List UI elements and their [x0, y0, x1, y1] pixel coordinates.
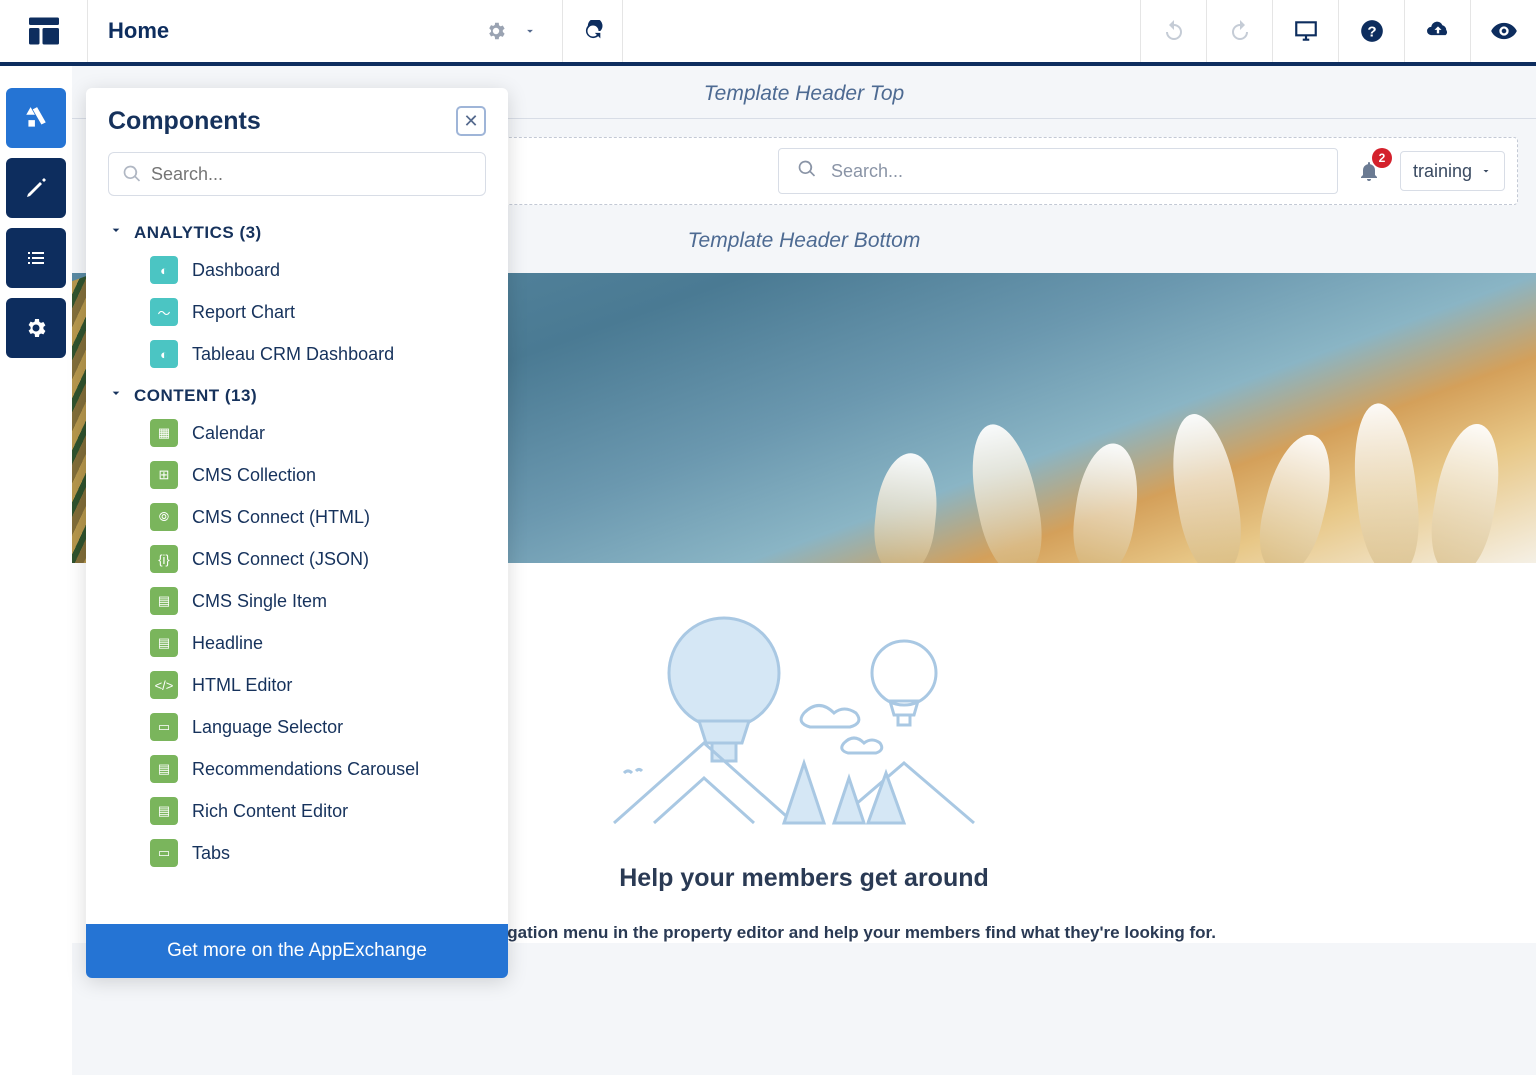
preview-button[interactable] — [1470, 0, 1536, 62]
component-icon: ▦ — [150, 419, 178, 447]
component-item[interactable]: </> HTML Editor — [150, 664, 508, 706]
component-icon: ▤ — [150, 755, 178, 783]
component-icon: ▭ — [150, 713, 178, 741]
component-item[interactable]: ▭ Language Selector — [150, 706, 508, 748]
close-icon: ✕ — [463, 111, 478, 132]
component-label: Recommendations Carousel — [192, 759, 419, 780]
balloon-illustration — [594, 593, 1014, 833]
component-item[interactable]: ⊞ CMS Collection — [150, 454, 508, 496]
component-group-header[interactable]: CONTENT (13) — [108, 375, 508, 412]
publish-button[interactable] — [1404, 0, 1470, 62]
search-placeholder: Search... — [831, 161, 903, 182]
global-search[interactable]: Search... — [778, 148, 1338, 194]
component-label: Headline — [192, 633, 263, 654]
page-title: Home — [108, 18, 478, 44]
component-label: Rich Content Editor — [192, 801, 348, 822]
page-settings-gear-icon[interactable] — [478, 13, 514, 49]
component-icon: ▤ — [150, 629, 178, 657]
components-panel: Components ✕ ANALYTICS (3) ◐ Dashboard 〜 Rep… — [86, 88, 508, 978]
component-label: CMS Connect (JSON) — [192, 549, 369, 570]
component-icon: 〜 — [150, 298, 178, 326]
search-icon — [797, 159, 817, 184]
component-label: Report Chart — [192, 302, 295, 323]
refresh-button[interactable] — [563, 0, 623, 62]
component-icon: ⊞ — [150, 461, 178, 489]
panel-title: Components — [108, 107, 456, 136]
svg-text:?: ? — [1367, 23, 1376, 40]
profile-menu-button[interactable]: training — [1400, 151, 1505, 191]
undo-button[interactable] — [1140, 0, 1206, 62]
redo-button[interactable] — [1206, 0, 1272, 62]
group-title: ANALYTICS (3) — [134, 223, 262, 243]
component-item[interactable]: ◐ Dashboard — [150, 249, 508, 291]
chevron-down-icon — [1480, 165, 1492, 177]
component-label: Tabs — [192, 843, 230, 864]
rail-settings-button[interactable] — [6, 298, 66, 358]
component-item[interactable]: ▦ Calendar — [150, 412, 508, 454]
component-label: Dashboard — [192, 260, 280, 281]
component-icon: {i} — [150, 545, 178, 573]
component-item[interactable]: ▤ Rich Content Editor — [150, 790, 508, 832]
component-item[interactable]: ▤ CMS Single Item — [150, 580, 508, 622]
component-icon: ▤ — [150, 587, 178, 615]
app-logo[interactable] — [0, 0, 88, 62]
component-item[interactable]: {i} CMS Connect (JSON) — [150, 538, 508, 580]
component-icon: ◐ — [150, 340, 178, 368]
component-item[interactable]: ◐ Tableau CRM Dashboard — [150, 333, 508, 375]
panel-close-button[interactable]: ✕ — [456, 106, 486, 136]
component-label: Tableau CRM Dashboard — [192, 344, 394, 365]
component-icon: ▤ — [150, 797, 178, 825]
component-search-input[interactable] — [108, 152, 486, 196]
desktop-view-button[interactable] — [1272, 0, 1338, 62]
toolbar-actions: ? — [1140, 0, 1536, 62]
help-button[interactable]: ? — [1338, 0, 1404, 62]
notification-badge: 2 — [1372, 148, 1392, 168]
group-title: CONTENT (13) — [134, 386, 257, 406]
component-icon: </> — [150, 671, 178, 699]
appexchange-link[interactable]: Get more on the AppExchange — [86, 924, 508, 978]
chevron-down-icon — [108, 222, 124, 243]
rail-page-structure-button[interactable] — [6, 228, 66, 288]
top-toolbar: Home ? — [0, 0, 1536, 66]
component-label: CMS Connect (HTML) — [192, 507, 370, 528]
rail-components-button[interactable] — [6, 88, 66, 148]
component-label: HTML Editor — [192, 675, 292, 696]
component-label: CMS Collection — [192, 465, 316, 486]
component-item[interactable]: ▤ Recommendations Carousel — [150, 748, 508, 790]
component-icon: ▭ — [150, 839, 178, 867]
rail-theme-button[interactable] — [6, 158, 66, 218]
chevron-down-icon — [108, 385, 124, 406]
component-icon: ⦾ — [150, 503, 178, 531]
component-item[interactable]: ⦾ CMS Connect (HTML) — [150, 496, 508, 538]
component-item[interactable]: ▭ Tabs — [150, 832, 508, 874]
component-icon: ◐ — [150, 256, 178, 284]
component-label: Language Selector — [192, 717, 343, 738]
component-label: Calendar — [192, 423, 265, 444]
component-item[interactable]: ▤ Headline — [150, 622, 508, 664]
left-rail — [0, 66, 72, 1075]
search-icon — [122, 164, 142, 189]
component-label: CMS Single Item — [192, 591, 327, 612]
profile-label: training — [1413, 161, 1472, 182]
component-group-header[interactable]: ANALYTICS (3) — [108, 212, 508, 249]
page-selector: Home — [88, 0, 563, 62]
component-item[interactable]: 〜 Report Chart — [150, 291, 508, 333]
notifications-button[interactable]: 2 — [1350, 152, 1388, 190]
page-dropdown-caret-icon[interactable] — [518, 13, 542, 49]
